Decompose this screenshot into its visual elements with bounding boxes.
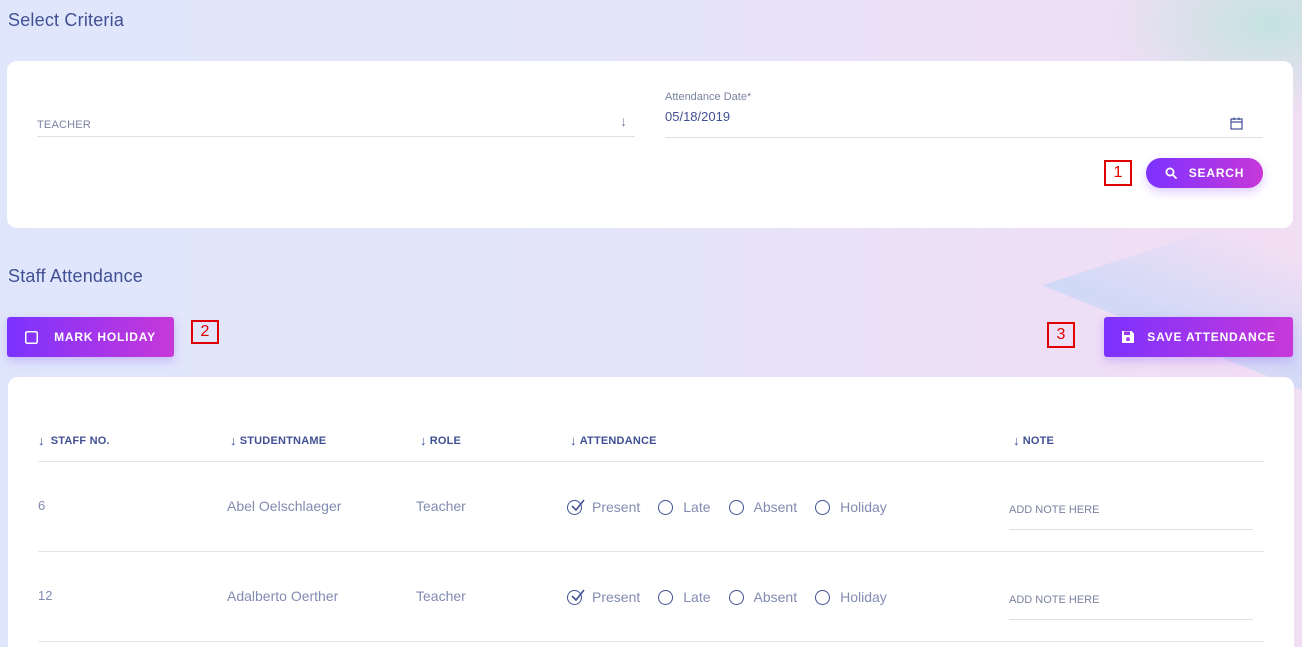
column-header-role[interactable]: ↓ ROLE (420, 433, 461, 448)
attendance-date-value: 05/18/2019 (665, 109, 731, 124)
radio-holiday[interactable]: Holiday (815, 589, 887, 605)
radio-icon (728, 589, 744, 605)
note-placeholder: ADD NOTE HERE (1009, 504, 1100, 516)
teacher-select-label: TEACHER (37, 119, 91, 131)
sort-arrow-icon: ↓ (230, 433, 237, 448)
radio-icon (658, 589, 674, 605)
radio-late[interactable]: Late (658, 589, 711, 605)
role-cell: Teacher (416, 588, 466, 604)
sort-arrow-icon: ↓ (38, 433, 45, 448)
annotation-marker-2: 2 (191, 320, 219, 344)
role-cell: Teacher (416, 498, 466, 514)
annotation-marker-1: 1 (1104, 160, 1132, 186)
name-cell: Abel Oelschlaeger (227, 498, 342, 514)
row-divider (38, 641, 1264, 642)
save-attendance-button[interactable]: SAVE ATTENDANCE (1104, 317, 1293, 357)
radio-icon (658, 499, 674, 515)
sort-arrow-icon: ↓ (1013, 433, 1020, 448)
search-icon (1165, 167, 1177, 179)
criteria-title: Select Criteria (8, 10, 125, 30)
radio-icon (815, 589, 831, 605)
attendance-date-label: Attendance Date* (665, 91, 752, 103)
staff-attendance-title: Staff Attendance (8, 266, 143, 286)
radio-holiday[interactable]: Holiday (815, 499, 887, 515)
radio-late[interactable]: Late (658, 499, 711, 515)
arrow-down-icon: ↓ (620, 113, 627, 129)
attendance-radio-group: Present Late Absent Holiday (567, 589, 905, 605)
checked-radio-icon (567, 589, 585, 605)
teacher-select[interactable]: TEACHER ↓ (37, 61, 635, 137)
radio-icon (728, 499, 744, 515)
table-header-divider (38, 461, 1264, 462)
search-button-label: SEARCH (1188, 166, 1245, 180)
checkbox-icon (25, 330, 39, 344)
radio-present[interactable]: Present (567, 589, 640, 605)
column-header-attendance[interactable]: ↓ ATTENDANCE (570, 433, 657, 448)
column-header-note[interactable]: ↓ NOTE (1013, 433, 1054, 448)
attendance-table: ↓ STAFF NO. ↓ STUDENTNAME ↓ ROLE ↓ ATTENDANC… (8, 377, 1294, 647)
teacher-select-underline (37, 136, 635, 137)
save-attendance-label: SAVE ATTENDANCE (1147, 330, 1276, 344)
attendance-date-field[interactable]: Attendance Date* 05/18/2019 (665, 91, 1263, 138)
mark-holiday-label: MARK HOLIDAY (54, 330, 156, 344)
radio-absent[interactable]: Absent (728, 589, 797, 605)
name-cell: Adalberto Oerther (227, 588, 339, 604)
radio-icon (815, 499, 831, 515)
staff-no-cell: 12 (38, 588, 53, 603)
search-button[interactable]: SEARCH (1146, 158, 1263, 188)
annotation-marker-3: 3 (1047, 322, 1075, 348)
mark-holiday-button[interactable]: MARK HOLIDAY (7, 317, 174, 357)
radio-absent[interactable]: Absent (728, 499, 797, 515)
note-placeholder: ADD NOTE HERE (1009, 594, 1100, 606)
column-header-staff-no[interactable]: ↓ STAFF NO. (38, 433, 110, 448)
staff-no-cell: 6 (38, 498, 46, 513)
attendance-radio-group: Present Late Absent Holiday (567, 499, 905, 515)
attendance-date-underline (665, 137, 1263, 138)
checked-radio-icon (567, 499, 585, 515)
sort-arrow-icon: ↓ (570, 433, 577, 448)
note-input[interactable]: ADD NOTE HERE (1009, 500, 1253, 530)
sort-arrow-icon: ↓ (420, 433, 427, 448)
note-input[interactable]: ADD NOTE HERE (1009, 590, 1253, 620)
background-decoration (1042, 200, 1302, 390)
column-header-studentname[interactable]: ↓ STUDENTNAME (230, 433, 326, 448)
row-divider (38, 551, 1264, 552)
save-icon (1121, 330, 1135, 344)
radio-present[interactable]: Present (567, 499, 640, 515)
calendar-icon[interactable] (1230, 117, 1243, 135)
criteria-card: TEACHER ↓ Attendance Date* 05/18/2019 1 … (7, 61, 1293, 228)
